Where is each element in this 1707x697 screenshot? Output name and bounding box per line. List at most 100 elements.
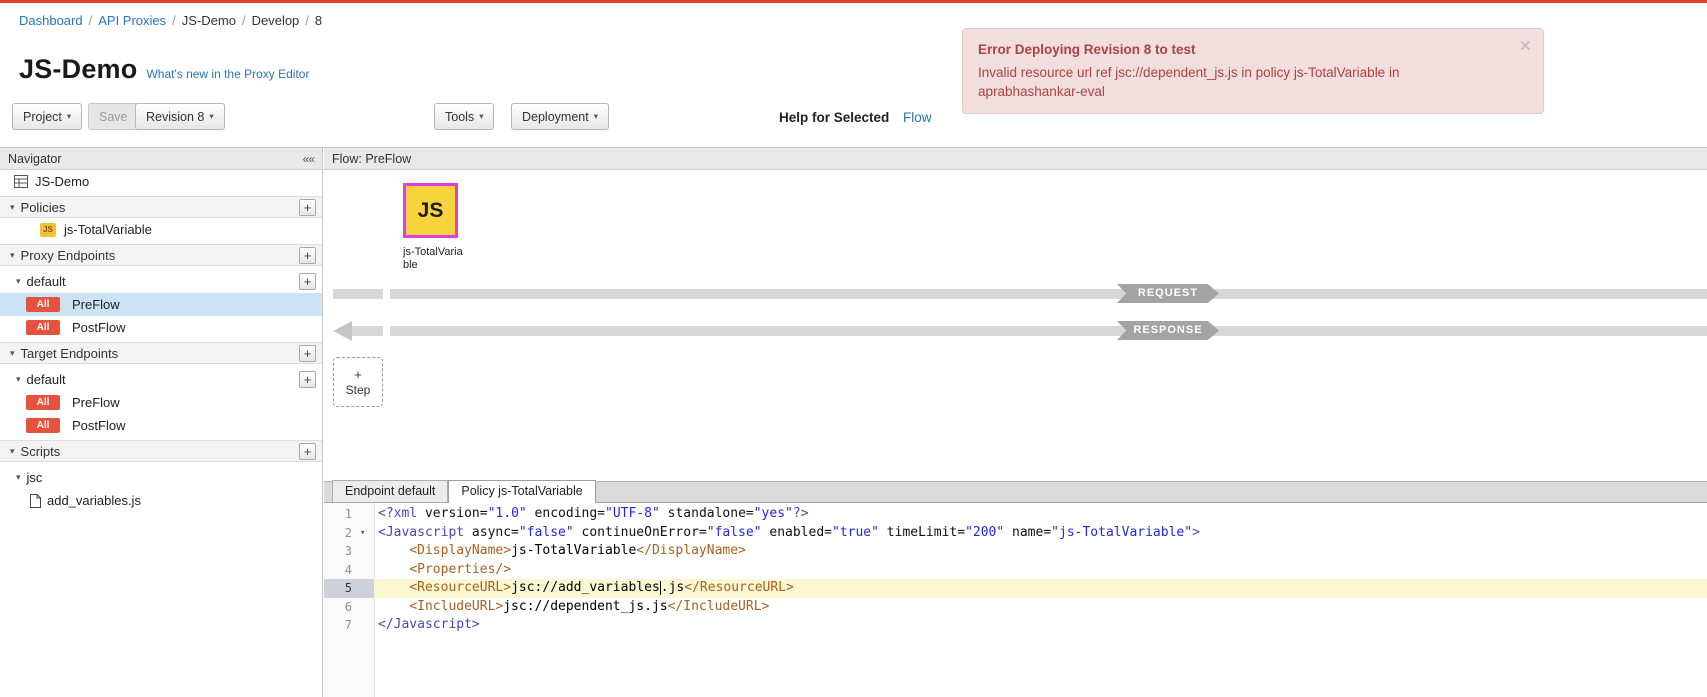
target-default-label: default — [27, 372, 66, 387]
fold-spacer — [358, 579, 374, 598]
chevron-down-icon: ▾ — [209, 111, 213, 122]
code-line[interactable]: 4 <Properties/> — [324, 561, 1707, 580]
fold-spacer — [358, 561, 374, 580]
breadcrumb-dashboard[interactable]: Dashboard — [19, 13, 83, 28]
tools-menu-button[interactable]: Tools ▾ — [434, 103, 494, 130]
tab-policy-js-totalvariable[interactable]: Policy js-TotalVariable — [448, 480, 595, 503]
add-step-button[interactable]: + Step — [333, 357, 383, 407]
proxy-icon — [14, 175, 28, 188]
code-line[interactable]: 2▾<Javascript async="false" continueOnEr… — [324, 524, 1707, 543]
breadcrumb-api-proxies[interactable]: API Proxies — [98, 13, 166, 28]
flow-panel: Flow: PreFlow JS js-TotalVariable REQUES… — [324, 148, 1707, 481]
triangle-down-icon: ▾ — [16, 472, 21, 483]
add-policy-button[interactable]: + — [299, 199, 316, 216]
jsc-folder-label: jsc — [27, 470, 43, 485]
add-proxy-flow-button[interactable]: + — [299, 273, 316, 290]
code-line-text: <?xml version="1.0" encoding="UTF-8" sta… — [374, 505, 1707, 524]
toolbar: Project ▾ Save Revision 8 ▾ Tools ▾ Depl… — [0, 103, 1707, 134]
policy-node-js-totalvariable[interactable]: JS — [403, 183, 458, 238]
project-menu-button[interactable]: Project ▾ — [12, 103, 82, 130]
page-header: JS-Demo What's new in the Proxy Editor — [19, 54, 309, 85]
close-icon[interactable]: × — [1520, 33, 1531, 61]
save-label: Save — [99, 110, 128, 124]
help-for-selected-label: Help for Selected — [779, 110, 889, 125]
proxy-preflow-label: PreFlow — [72, 297, 120, 312]
collapse-sidebar-button[interactable]: «« — [303, 152, 314, 166]
response-arrow-icon — [333, 321, 352, 341]
error-message: Invalid resource url ref jsc://dependent… — [978, 63, 1501, 102]
flow-help-link[interactable]: Flow — [903, 110, 932, 125]
code-line[interactable]: 3 <DisplayName>js-TotalVariable</Display… — [324, 542, 1707, 561]
plus-icon: + — [354, 368, 362, 381]
breadcrumb-separator: / — [305, 13, 309, 28]
all-badge: All — [26, 320, 60, 335]
tools-label: Tools — [445, 110, 474, 124]
main-region: Navigator «« JS-Demo ▾ Policies + JS — [0, 147, 1707, 697]
deployment-menu-button[interactable]: Deployment ▾ — [511, 103, 609, 130]
breadcrumb: Dashboard/API Proxies/JS-Demo/Develop/8 — [19, 13, 322, 28]
error-title: Error Deploying Revision 8 to test — [978, 40, 1501, 60]
response-flow-bar-start — [352, 326, 383, 336]
page-title: JS-Demo — [19, 54, 137, 85]
nav-item-proxy-preflow[interactable]: All PreFlow — [0, 293, 322, 316]
nav-item-add-variables-js[interactable]: add_variables.js — [0, 489, 322, 512]
fold-arrow-icon[interactable]: ▾ — [358, 524, 374, 543]
triangle-down-icon: ▾ — [10, 250, 15, 261]
top-accent-bar — [0, 0, 1707, 3]
nav-section-proxy-endpoints[interactable]: ▾ Proxy Endpoints + — [0, 244, 322, 266]
nav-item-jsc-folder[interactable]: ▾ jsc — [0, 466, 322, 489]
all-badge: All — [26, 418, 60, 433]
fold-spacer — [358, 542, 374, 561]
nav-item-proxy-postflow[interactable]: All PostFlow — [0, 316, 322, 339]
add-script-button[interactable]: + — [299, 443, 316, 460]
policy-node-label: js-TotalVariable — [403, 246, 465, 272]
triangle-down-icon: ▾ — [10, 446, 15, 457]
tab-endpoint-default[interactable]: Endpoint default — [332, 480, 448, 502]
revision-menu-button[interactable]: Revision 8 ▾ — [135, 103, 225, 130]
code-lines: 1<?xml version="1.0" encoding="UTF-8" st… — [324, 505, 1707, 635]
policies-section-label: Policies — [21, 200, 66, 215]
nav-section-scripts[interactable]: ▾ Scripts + — [0, 440, 322, 462]
save-button[interactable]: Save — [88, 103, 139, 130]
fold-spacer — [358, 505, 374, 524]
code-line[interactable]: 1<?xml version="1.0" encoding="UTF-8" st… — [324, 505, 1707, 524]
code-line-text: <IncludeURL>jsc://dependent_js.js</Inclu… — [374, 598, 1707, 617]
nav-item-target-default[interactable]: ▾ default + — [0, 368, 322, 391]
flow-header: Flow: PreFlow — [324, 148, 1707, 170]
add-target-endpoint-button[interactable]: + — [299, 345, 316, 362]
fold-spacer — [358, 616, 374, 635]
nav-root-label: JS-Demo — [35, 174, 89, 189]
nav-section-policies[interactable]: ▾ Policies + — [0, 196, 322, 218]
request-flow-bar — [390, 289, 1707, 299]
file-icon — [30, 494, 41, 508]
nav-item-proxy-root[interactable]: JS-Demo — [0, 170, 322, 193]
line-number: 2 — [324, 524, 358, 543]
flow-canvas[interactable]: JS js-TotalVariable REQUEST RESPONSE + S… — [324, 170, 1707, 481]
code-editor[interactable]: 1<?xml version="1.0" encoding="UTF-8" st… — [324, 503, 1707, 697]
error-banner: Error Deploying Revision 8 to test Inval… — [962, 28, 1544, 114]
deployment-label: Deployment — [522, 110, 589, 124]
policy-item-label: js-TotalVariable — [64, 222, 152, 237]
response-flow-bar — [390, 326, 1707, 336]
breadcrumb-separator: / — [172, 13, 176, 28]
code-line[interactable]: 7</Javascript> — [324, 616, 1707, 635]
code-line[interactable]: 5 <ResourceURL>jsc://add_variables.js</R… — [324, 579, 1707, 598]
code-line-text: </Javascript> — [374, 616, 1707, 635]
nav-item-js-totalvariable[interactable]: JS js-TotalVariable — [0, 218, 322, 241]
breadcrumb-develop: Develop — [252, 13, 300, 28]
target-preflow-label: PreFlow — [72, 395, 120, 410]
target-postflow-label: PostFlow — [72, 418, 125, 433]
request-flow-bar-start — [333, 289, 383, 299]
script-file-label: add_variables.js — [47, 493, 141, 508]
code-line[interactable]: 6 <IncludeURL>jsc://dependent_js.js</Inc… — [324, 598, 1707, 617]
nav-item-target-postflow[interactable]: All PostFlow — [0, 414, 322, 437]
revision-label: Revision 8 — [146, 110, 204, 124]
chevron-down-icon: ▾ — [67, 111, 71, 122]
nav-section-target-endpoints[interactable]: ▾ Target Endpoints + — [0, 342, 322, 364]
response-lane-badge: RESPONSE — [1117, 321, 1219, 340]
whats-new-link[interactable]: What's new in the Proxy Editor — [146, 67, 309, 81]
nav-item-proxy-default[interactable]: ▾ default + — [0, 270, 322, 293]
add-proxy-endpoint-button[interactable]: + — [299, 247, 316, 264]
add-target-flow-button[interactable]: + — [299, 371, 316, 388]
nav-item-target-preflow[interactable]: All PreFlow — [0, 391, 322, 414]
